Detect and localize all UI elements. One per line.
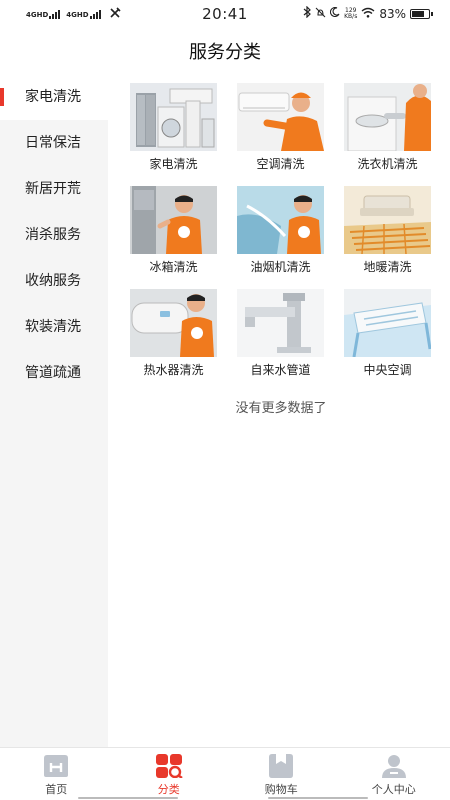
sidebar-item-upholstery-cleaning[interactable]: 软装清洗	[0, 304, 108, 350]
sidebar-item-pipe-unclogging[interactable]: 管道疏通	[0, 350, 108, 396]
sidebar-item-new-home-cleaning[interactable]: 新居开荒	[0, 166, 108, 212]
tab-profile[interactable]: 个人中心	[338, 748, 450, 800]
service-card-label: 热水器清洗	[143, 363, 204, 377]
category-sidebar: 家电清洗 日常保洁 新居开荒 消杀服务 收纳服务 软装清洗 管道疏通	[0, 74, 108, 750]
tab-category[interactable]: 分类	[113, 748, 226, 800]
sidebar-item-appliance-cleaning[interactable]: 家电清洗	[0, 74, 108, 120]
air-conditioner-image	[237, 83, 324, 151]
service-card-label: 家电清洗	[149, 157, 198, 171]
profile-icon	[379, 754, 409, 778]
service-card-air-conditioner[interactable]: 空调清洗	[227, 83, 334, 172]
category-icon	[154, 754, 184, 779]
service-card-label: 油烟机清洗	[250, 260, 311, 274]
service-card-central-ac[interactable]: 中央空调	[334, 289, 441, 378]
do-not-disturb-moon-icon	[330, 6, 340, 20]
appliance-image	[130, 83, 217, 151]
service-card-label: 地暖清洗	[363, 260, 412, 274]
cart-icon	[266, 754, 296, 778]
service-card-appliance[interactable]: 家电清洗	[120, 83, 227, 172]
sidebar-item-disinfection[interactable]: 消杀服务	[0, 212, 108, 258]
water-pipe-image	[237, 289, 324, 357]
home-icon	[41, 754, 71, 778]
no-more-data-text: 没有更多数据了	[235, 401, 327, 416]
service-card-range-hood[interactable]: 油烟机清洗	[227, 186, 334, 275]
service-card-washing-machine[interactable]: 洗衣机清洗	[334, 83, 441, 172]
floor-heating-image	[344, 186, 431, 254]
tab-label: 个人中心	[371, 783, 416, 796]
central-ac-image	[344, 289, 431, 357]
service-card-label: 洗衣机清洗	[357, 157, 418, 171]
service-grid: 家电清洗 空调清洗 洗衣机清洗 冰箱清洗 油烟机清洗 地暖清洗 热水器清洗 自来…	[120, 83, 442, 378]
service-card-floor-heating[interactable]: 地暖清洗	[334, 186, 441, 275]
wifi-icon	[361, 7, 375, 21]
bottom-tab-bar: 首页 分类 购物车 个人中心	[0, 747, 450, 800]
page-title: 服务分类	[189, 42, 261, 63]
refrigerator-image	[130, 186, 217, 254]
status-right: 129 KB/s 83%	[303, 5, 433, 21]
bluetooth-icon	[303, 5, 312, 21]
service-card-refrigerator[interactable]: 冰箱清洗	[120, 186, 227, 275]
status-bar: 4GHD 4GHD 20:41 129 KB/s 83%	[0, 0, 450, 28]
service-card-label: 中央空调	[363, 363, 412, 377]
gesture-bar	[268, 797, 368, 799]
range-hood-image	[237, 186, 324, 254]
battery-percent: 83%	[379, 6, 406, 21]
service-card-label: 空调清洗	[256, 157, 305, 171]
service-card-label: 冰箱清洗	[149, 260, 198, 274]
network-speed-unit: KB/s	[344, 12, 358, 20]
tab-label: 首页	[45, 783, 68, 796]
washing-machine-image	[344, 83, 431, 151]
tab-label: 分类	[157, 783, 180, 796]
tab-cart[interactable]: 购物车	[225, 748, 338, 800]
service-card-water-pipe[interactable]: 自来水管道	[227, 289, 334, 378]
tab-label: 购物车	[264, 783, 298, 796]
network-speed: 129 KB/s	[344, 7, 358, 20]
tab-home[interactable]: 首页	[0, 748, 113, 800]
battery-icon	[410, 8, 433, 19]
water-heater-image	[130, 289, 217, 357]
sidebar-item-organizing[interactable]: 收纳服务	[0, 258, 108, 304]
mute-icon	[315, 7, 326, 21]
service-card-label: 自来水管道	[250, 363, 311, 377]
service-card-water-heater[interactable]: 热水器清洗	[120, 289, 227, 378]
gesture-bar	[78, 797, 178, 799]
sidebar-item-daily-cleaning[interactable]: 日常保洁	[0, 120, 108, 166]
